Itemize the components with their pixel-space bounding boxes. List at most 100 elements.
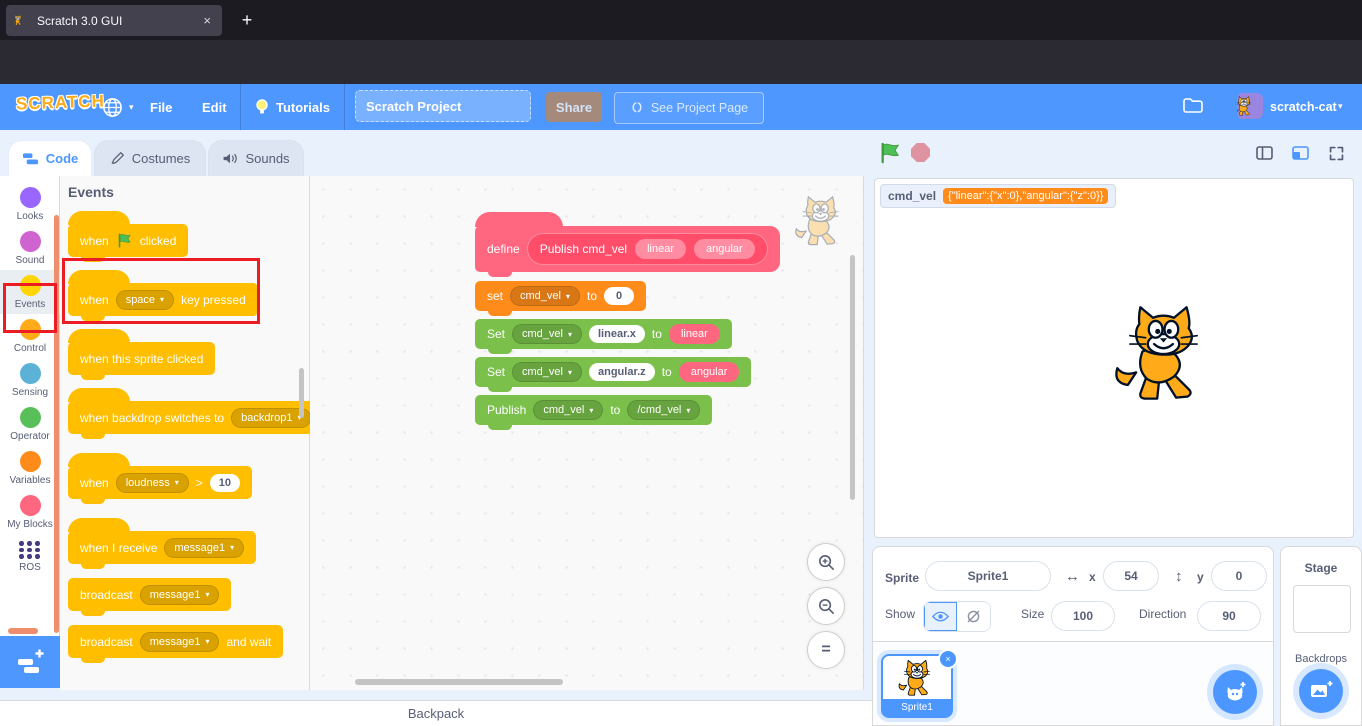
green-flag-button[interactable] (878, 141, 902, 165)
broadcast-and-wait-block[interactable]: broadcastmessage1▾and wait (68, 625, 283, 658)
chevron-down-icon: ▾ (568, 330, 572, 339)
tab-costumes[interactable]: Costumes (94, 140, 206, 176)
stop-button[interactable] (911, 143, 930, 162)
add-sprite-button[interactable] (1213, 670, 1257, 714)
dropdown-field[interactable]: cmd_vel▾ (510, 286, 580, 306)
green-flag-icon (116, 233, 133, 248)
category-sensing[interactable]: Sensing (0, 358, 60, 402)
dropdown-field[interactable]: cmd_vel▾ (512, 362, 582, 382)
direction-input[interactable]: 90 (1197, 601, 1261, 631)
publish-cmdvel-block[interactable]: Publishcmd_vel▾to/cmd_vel▾ (475, 395, 712, 425)
set-linear-x-block[interactable]: Setcmd_vel▾linear.xtolinear (475, 319, 732, 349)
tutorials-menu[interactable]: Tutorials (248, 84, 336, 130)
value-field[interactable]: linear.x (589, 325, 645, 343)
category-looks[interactable]: Looks (0, 182, 60, 226)
category-my-blocks[interactable]: My Blocks (0, 490, 60, 534)
block-text: broadcast (80, 588, 133, 602)
project-name-input[interactable]: Scratch Project (355, 90, 531, 122)
sprite-thumbnail-sprite1[interactable]: Sprite1 × (881, 654, 953, 718)
see-project-page-button[interactable]: See Project Page (614, 92, 764, 124)
delete-sprite-icon[interactable]: × (938, 649, 958, 669)
define-publish-cmdvel-block[interactable]: definePublish cmd_vellinearangular (475, 226, 780, 272)
share-button[interactable]: Share (546, 92, 602, 122)
new-tab-button[interactable]: + (234, 7, 260, 33)
edit-menu[interactable]: Edit (196, 84, 233, 130)
zoom-in-button[interactable] (807, 543, 845, 581)
dropdown-field[interactable]: cmd_vel▾ (512, 324, 582, 344)
stage[interactable]: cmd_vel {"linear":{"x":0},"angular":{"z"… (874, 178, 1354, 538)
value-field[interactable]: angular.z (589, 363, 655, 381)
y-input[interactable]: 0 (1211, 561, 1267, 591)
dropdown-field[interactable]: cmd_vel▾ (533, 400, 603, 420)
category-sound[interactable]: Sound (0, 226, 60, 270)
tab-code[interactable]: Code (8, 140, 92, 176)
account-chevron-down-icon[interactable]: ▾ (1338, 101, 1343, 112)
scratch-logo[interactable]: SCRATCH (16, 91, 106, 114)
add-backdrop-button[interactable] (1299, 669, 1343, 713)
dropdown-field[interactable]: loudness▾ (116, 473, 189, 493)
size-input[interactable]: 100 (1051, 601, 1115, 631)
parameter-oval[interactable]: angular (679, 362, 740, 382)
dropdown-field[interactable]: message1▾ (140, 632, 220, 652)
category-scrollbar-horizontal[interactable] (8, 628, 38, 634)
category-bubble-icon (20, 363, 41, 384)
dropdown-field[interactable]: /cmd_vel▾ (627, 400, 700, 420)
browser-tab-bar: Scratch 3.0 GUI × + (0, 0, 1362, 40)
value-field[interactable]: 0 (604, 287, 634, 305)
stage-selector-panel[interactable]: Stage Backdrops (1280, 546, 1362, 726)
tab-sounds[interactable]: Sounds (208, 140, 304, 176)
dropdown-field[interactable]: message1▾ (140, 585, 220, 605)
small-stage-icon (1256, 146, 1273, 160)
stage-sprite-cat[interactable] (1111, 301, 1216, 406)
category-control[interactable]: Control (0, 314, 60, 358)
parameter-oval[interactable]: linear (635, 239, 686, 259)
broadcast-block[interactable]: broadcast message1▾ (68, 578, 231, 611)
file-menu[interactable]: File (144, 84, 178, 130)
large-stage-button[interactable] (1286, 139, 1314, 167)
category-ros[interactable]: ROS (0, 534, 60, 577)
sprite-name-input[interactable]: Sprite1 (925, 561, 1051, 591)
browser-tab[interactable]: Scratch 3.0 GUI × (6, 5, 222, 36)
parameter-oval[interactable]: angular (694, 239, 755, 259)
block-text: when I receive (80, 541, 157, 555)
palette-scrollbar[interactable] (299, 368, 304, 418)
value-field[interactable]: 10 (210, 474, 240, 492)
when-backdrop-switches-block[interactable]: when backdrop switches tobackdrop1▾ (68, 401, 323, 434)
stage-thumbnail[interactable] (1293, 585, 1351, 633)
when-flag-clicked-block[interactable]: whenclicked (68, 224, 188, 257)
fullscreen-button[interactable] (1322, 139, 1350, 167)
block-text: key pressed (181, 293, 246, 307)
dropdown-field[interactable]: space▾ (116, 290, 174, 310)
parameter-oval[interactable]: linear (669, 324, 720, 344)
size-label: Size (1021, 607, 1044, 621)
username-label[interactable]: scratch-cat (1270, 100, 1337, 114)
when-key-pressed-block[interactable]: whenspace▾key pressed (68, 283, 258, 316)
tab-title: Scratch 3.0 GUI (37, 14, 192, 28)
zoom-out-button[interactable] (807, 587, 845, 625)
add-extension-button[interactable] (0, 636, 60, 688)
category-scrollbar[interactable] (54, 215, 59, 633)
hide-button[interactable] (957, 602, 990, 631)
when-i-receive-block[interactable]: when I receive message1▾ (68, 531, 256, 564)
x-input[interactable]: 54 (1103, 561, 1159, 591)
category-variables[interactable]: Variables (0, 446, 60, 490)
project-folder-icon[interactable] (1181, 95, 1207, 119)
tab-close-icon[interactable]: × (200, 13, 214, 28)
when-loudness-block[interactable]: whenloudness▾>10 (68, 466, 252, 499)
language-selector[interactable]: ▾ (96, 84, 140, 130)
set-angular-z-block[interactable]: Setcmd_vel▾angular.ztoangular (475, 357, 751, 387)
set-cmdvel-block[interactable]: setcmd_vel▾to0 (475, 281, 646, 311)
canvas-vertical-scrollbar[interactable] (850, 255, 855, 500)
user-avatar[interactable] (1237, 93, 1263, 119)
canvas-horizontal-scrollbar[interactable] (355, 679, 563, 685)
category-label: Sound (0, 255, 60, 266)
category-events[interactable]: Events (0, 270, 60, 314)
zoom-reset-button[interactable]: = (807, 631, 845, 669)
when-sprite-clicked-block[interactable]: when this sprite clicked (68, 342, 215, 375)
small-stage-button[interactable] (1250, 139, 1278, 167)
dropdown-field[interactable]: message1▾ (164, 538, 244, 558)
show-button[interactable] (924, 602, 957, 631)
backpack-bar[interactable]: Backpack (0, 700, 872, 726)
category-operator[interactable]: Operator (0, 402, 60, 446)
variable-monitor[interactable]: cmd_vel {"linear":{"x":0},"angular":{"z"… (880, 184, 1116, 208)
